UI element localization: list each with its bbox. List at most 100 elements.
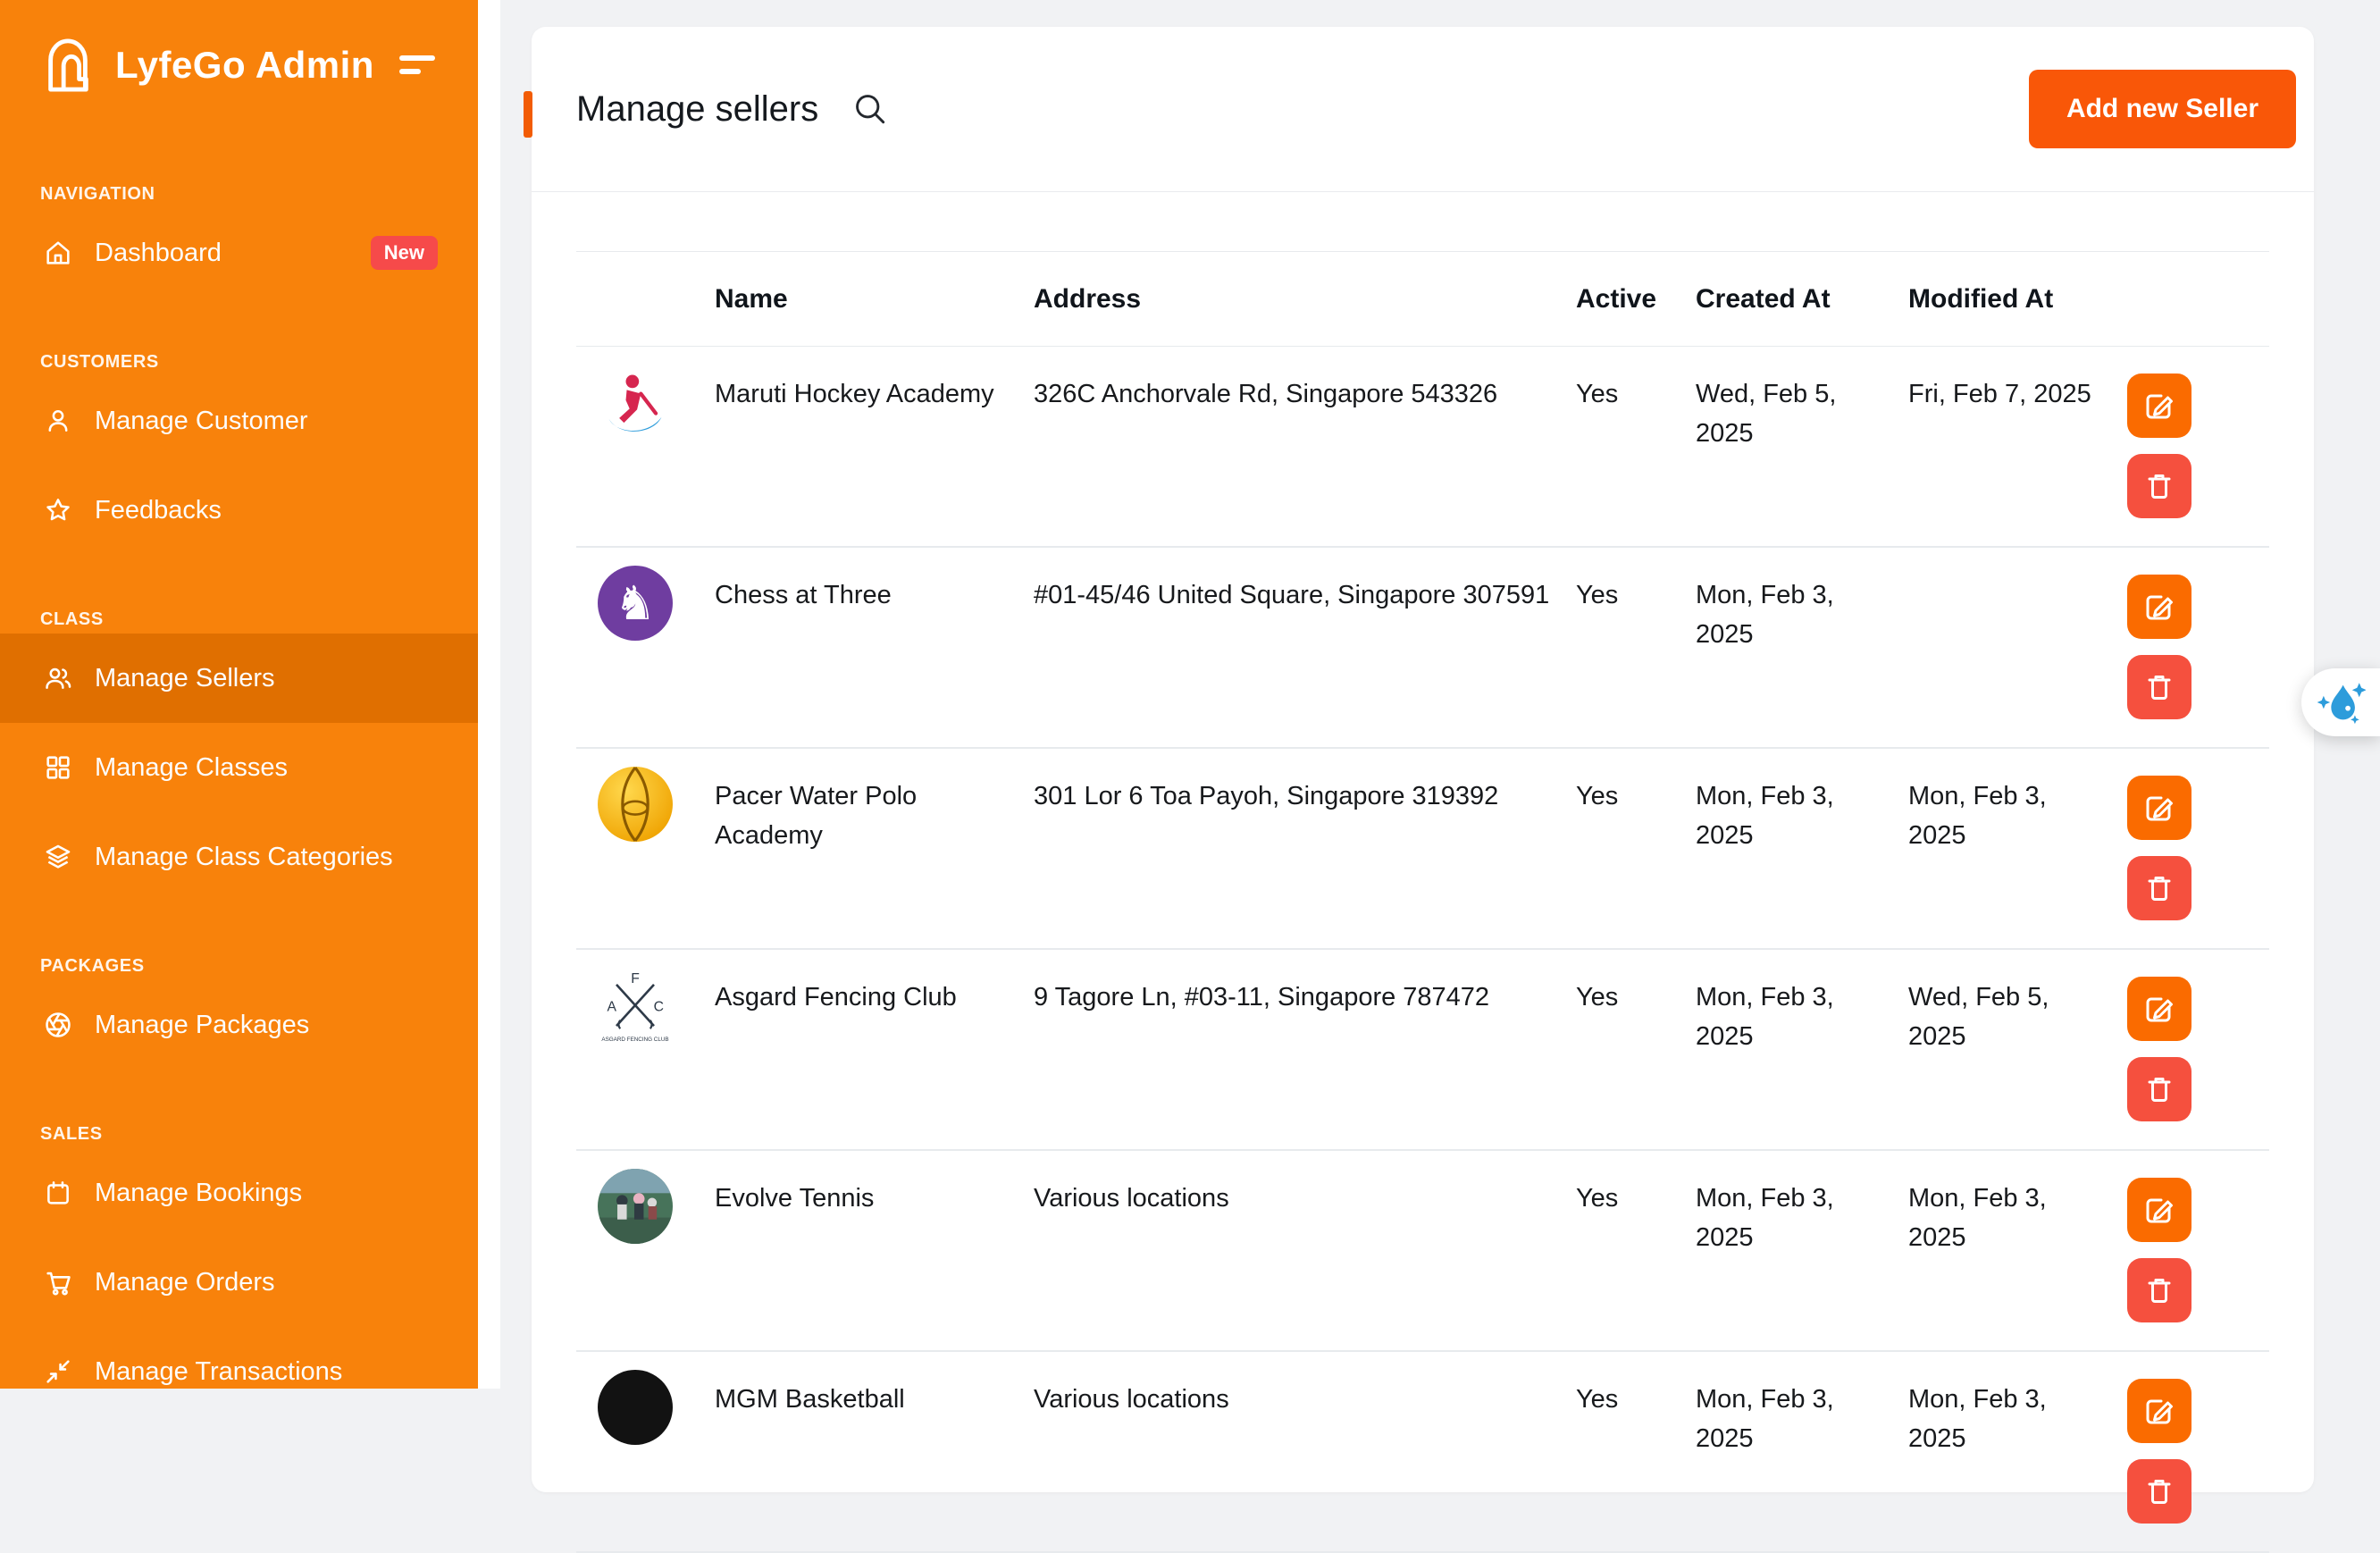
sidebar-item-label: Manage Bookings: [95, 1179, 302, 1208]
section-label: PACKAGES: [0, 953, 478, 978]
new-badge: New: [371, 236, 438, 270]
svg-text:ASGARD FENCING CLUB: ASGARD FENCING CLUB: [601, 1037, 668, 1043]
sidebar-item-manage-classes[interactable]: Manage Classes: [0, 723, 478, 812]
seller-address: Various locations: [1034, 1381, 1229, 1420]
edit-button[interactable]: [2127, 776, 2191, 840]
seller-active: Yes: [1576, 548, 1696, 747]
seller-name: Asgard Fencing Club: [715, 978, 957, 1018]
seller-created-at: Wed, Feb 5, 2025: [1696, 375, 1848, 453]
water-drop-icon: [2314, 680, 2366, 725]
seller-active: Yes: [1576, 950, 1696, 1149]
seller-created-at: Mon, Feb 3, 2025: [1696, 1179, 1848, 1257]
sidebar-item-manage-transactions[interactable]: Manage Transactions: [0, 1327, 478, 1389]
seller-modified-at: Wed, Feb 5, 2025: [1908, 978, 2096, 1056]
table-row: Pacer Water Polo Academy 301 Lor 6 Toa P…: [576, 749, 2269, 950]
column-header-modified-at: Modified At: [1908, 284, 2127, 315]
delete-button[interactable]: [2127, 1258, 2191, 1322]
sidebar-item-label: Manage Transactions: [95, 1357, 342, 1387]
sidebar-item-manage-class-categories[interactable]: Manage Class Categories: [0, 812, 478, 902]
sidebar-item-label: Manage Sellers: [95, 664, 275, 693]
home-icon: [43, 238, 73, 268]
sidebar-item-manage-customer[interactable]: Manage Customer: [0, 376, 478, 466]
evolve-tennis-logo: [598, 1169, 673, 1244]
delete-button[interactable]: [2127, 655, 2191, 719]
delete-button[interactable]: [2127, 454, 2191, 518]
page-header: Manage sellers Add new Seller: [532, 27, 2314, 192]
seller-modified-at: Fri, Feb 7, 2025: [1908, 375, 2091, 415]
delete-button[interactable]: [2127, 1057, 2191, 1121]
column-header-active: Active: [1576, 284, 1696, 315]
seller-created-at: Mon, Feb 3, 2025: [1696, 1381, 1848, 1458]
water-drop-widget[interactable]: [2301, 668, 2380, 736]
svg-text:F: F: [631, 971, 640, 986]
seller-name: Evolve Tennis: [715, 1179, 874, 1219]
accent-bar: [524, 91, 532, 138]
seller-modified-at: Mon, Feb 3, 2025: [1908, 1179, 2096, 1257]
main-area: Manage sellers Add new Seller Name Addre…: [478, 0, 2380, 1389]
page-title: Manage sellers: [576, 89, 818, 130]
table-row: Evolve Tennis Various locations Yes Mon,…: [576, 1151, 2269, 1352]
calendar-icon: [43, 1178, 73, 1208]
sidebar-item-label: Dashboard: [95, 239, 222, 268]
seller-address: Various locations: [1034, 1179, 1229, 1219]
star-icon: [43, 495, 73, 525]
sidebar-item-manage-sellers[interactable]: Manage Sellers: [0, 634, 478, 723]
seller-modified-at: Mon, Feb 3, 2025: [1908, 777, 2096, 855]
user-icon: [43, 406, 73, 436]
sidebar-scrollbar[interactable]: [478, 0, 500, 1389]
seller-created-at: Mon, Feb 3, 2025: [1696, 777, 1848, 855]
chess-at-three-logo: ♞: [598, 566, 673, 641]
sidebar-section-class: CLASS Manage Sellers Manage Classes Mana…: [0, 607, 478, 902]
seller-address: 301 Lor 6 Toa Payoh, Singapore 319392: [1034, 777, 1498, 817]
seller-active: Yes: [1576, 347, 1696, 546]
search-icon[interactable]: [852, 91, 888, 127]
grid-icon: [43, 752, 73, 783]
add-new-seller-button[interactable]: Add new Seller: [2029, 70, 2296, 148]
sidebar-item-feedbacks[interactable]: Feedbacks: [0, 466, 478, 555]
sidebar-item-label: Manage Packages: [95, 1011, 309, 1040]
edit-button[interactable]: [2127, 977, 2191, 1041]
sellers-table: Name Address Active Created At Modified …: [576, 251, 2269, 1553]
delete-button[interactable]: [2127, 1459, 2191, 1524]
delete-button[interactable]: [2127, 856, 2191, 920]
sidebar-item-label: Manage Classes: [95, 753, 288, 783]
column-header-name: Name: [715, 284, 1034, 315]
sidebar-item-manage-packages[interactable]: Manage Packages: [0, 980, 478, 1070]
seller-name: Maruti Hockey Academy: [715, 375, 994, 415]
mgm-basketball-logo: [598, 1370, 673, 1445]
seller-active: Yes: [1576, 749, 1696, 948]
aperture-icon: [43, 1010, 73, 1040]
svg-text:A: A: [608, 999, 617, 1014]
edit-button[interactable]: [2127, 374, 2191, 438]
sidebar: LyfeGo Admin NAVIGATION Dashboard New CU…: [0, 0, 478, 1389]
seller-created-at: Mon, Feb 3, 2025: [1696, 576, 1848, 654]
seller-name: MGM Basketball: [715, 1381, 905, 1420]
table-header-row: Name Address Active Created At Modified …: [576, 251, 2269, 347]
sidebar-item-manage-bookings[interactable]: Manage Bookings: [0, 1148, 478, 1238]
table-row: MGM Basketball Various locations Yes Mon…: [576, 1352, 2269, 1553]
app-title: LyfeGo Admin: [115, 44, 374, 87]
seller-modified-at: Mon, Feb 3, 2025: [1908, 1381, 2096, 1458]
asgard-fencing-logo: F A C ASGARD FENCING CLUB: [598, 968, 673, 1043]
seller-address: 326C Anchorvale Rd, Singapore 543326: [1034, 375, 1497, 415]
svg-text:♞: ♞: [614, 577, 656, 630]
table-row: Maruti Hockey Academy 326C Anchorvale Rd…: [576, 347, 2269, 548]
users-icon: [43, 663, 73, 693]
menu-icon[interactable]: [394, 50, 440, 80]
section-label: CUSTOMERS: [0, 349, 478, 374]
seller-name: Chess at Three: [715, 576, 892, 616]
seller-address: 9 Tagore Ln, #03-11, Singapore 787472: [1034, 978, 1489, 1018]
app-logo-icon: [40, 34, 96, 97]
manage-sellers-card: Manage sellers Add new Seller Name Addre…: [532, 27, 2314, 1492]
maruti-hockey-logo: [598, 365, 673, 440]
sidebar-item-label: Manage Class Categories: [95, 843, 393, 872]
seller-active: Yes: [1576, 1151, 1696, 1350]
sidebar-item-manage-orders[interactable]: Manage Orders: [0, 1238, 478, 1327]
sidebar-item-dashboard[interactable]: Dashboard New: [0, 208, 478, 298]
edit-button[interactable]: [2127, 1178, 2191, 1242]
edit-button[interactable]: [2127, 575, 2191, 639]
table-row: F A C ASGARD FENCING CLUB Asgard Fencing…: [576, 950, 2269, 1151]
section-label: SALES: [0, 1121, 478, 1146]
sidebar-item-label: Manage Customer: [95, 407, 308, 436]
table-row: ♞ Chess at Three #01-45/46 United Square…: [576, 548, 2269, 749]
